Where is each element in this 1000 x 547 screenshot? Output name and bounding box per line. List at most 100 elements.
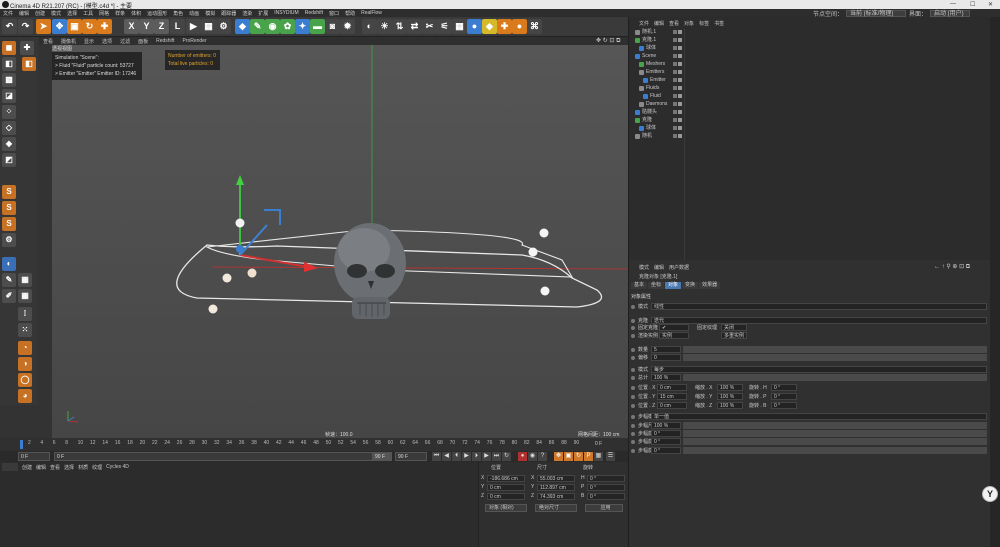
spline-tool-button[interactable]: ◔ [18, 341, 32, 355]
max-frame-field[interactable]: 90 F [395, 452, 427, 461]
vp-menu-filter[interactable]: 过滤 [116, 38, 134, 45]
object-visibility-toggles[interactable] [673, 117, 683, 124]
menu-spline[interactable]: 样条 [112, 10, 128, 17]
object-visibility-toggles[interactable] [673, 101, 683, 108]
object-visibility-toggles[interactable] [673, 61, 683, 68]
animate-dot-icon[interactable] [631, 404, 635, 408]
plugin-b-button[interactable]: ◆ [482, 19, 497, 34]
object-visibility-toggles[interactable] [673, 125, 683, 132]
menu-file[interactable]: 文件 [0, 10, 16, 17]
tab-transform[interactable]: 变换 [682, 282, 699, 289]
menu-mograph[interactable]: 运动图形 [144, 10, 170, 17]
tool-f-button[interactable]: ⚟ [437, 19, 452, 34]
attribute-value-field[interactable]: 线性 [651, 303, 987, 310]
live-selection-button[interactable]: ➤ [36, 19, 51, 34]
tool-e-button[interactable]: ✂ [422, 19, 437, 34]
axis-x-button[interactable]: X [124, 19, 139, 34]
record-button[interactable]: ● [518, 452, 527, 461]
attribute-slider[interactable] [683, 374, 987, 381]
light-button[interactable]: ✹ [340, 19, 355, 34]
attr-nav-icons[interactable]: ← ↑ ⚲ ⊕ ⊡ ⧉ [934, 263, 970, 271]
object-row[interactable]: 随机 [631, 133, 991, 140]
attribute-mid-field[interactable]: 100 % [717, 384, 743, 391]
animate-dot-icon[interactable] [631, 319, 635, 323]
attribute-value-field[interactable]: 0 cm [657, 384, 687, 391]
object-visibility-toggles[interactable] [673, 37, 683, 44]
scale-tool-button[interactable]: ▣ [67, 19, 82, 34]
workplane-button[interactable]: ◪ [2, 89, 16, 103]
play-button[interactable]: ▶ [462, 452, 471, 461]
object-visibility-toggles[interactable] [673, 109, 683, 116]
vp-menu-display[interactable]: 显示 [80, 38, 98, 45]
animate-dot-icon[interactable] [631, 326, 635, 330]
coords-rot-h-field[interactable]: 0 ° [587, 475, 625, 482]
menu-character[interactable]: 角色 [170, 10, 186, 17]
object-row[interactable]: 克隆.1 [631, 37, 991, 44]
grid-tool-b-button[interactable]: ▦ [18, 289, 32, 303]
next-frame-button[interactable]: ⏵ [472, 452, 481, 461]
recent-tool-button[interactable]: ✚ [97, 19, 112, 34]
attribute-slider[interactable] [683, 438, 987, 445]
obj-menu-objects[interactable]: 对象 [684, 20, 694, 27]
coords-apply-button[interactable]: 应用 [585, 504, 623, 512]
attribute-value-field[interactable]: 实例 [659, 332, 689, 339]
animate-dot-icon[interactable] [631, 356, 635, 360]
menu-help[interactable]: 帮助 [342, 10, 358, 17]
attribute-value-field[interactable]: 100 % [651, 374, 681, 381]
coords-pos-z-field[interactable]: 0 cm [487, 493, 525, 500]
attribute-slider[interactable] [683, 346, 987, 353]
animate-dot-icon[interactable] [631, 424, 635, 428]
minimize-button[interactable]: — [950, 1, 956, 7]
plugin-c-button[interactable]: ✚ [497, 19, 512, 34]
object-row[interactable]: 球体 [631, 125, 991, 132]
grid-button[interactable]: ▦ [452, 19, 467, 34]
tool-d-button[interactable]: ⇄ [407, 19, 422, 34]
clone-sphere-1[interactable] [235, 218, 245, 228]
edges-mode-button[interactable]: ◇ [2, 121, 16, 135]
knife-tool-button[interactable]: ⁞ [18, 307, 32, 321]
bevel-tool-button[interactable]: ⁙ [18, 323, 32, 337]
menu-tools[interactable]: 工具 [80, 10, 96, 17]
clone-sphere-4[interactable] [208, 304, 218, 314]
brush-button[interactable]: ✐ [2, 289, 16, 303]
object-visibility-toggles[interactable] [673, 85, 683, 92]
obj-menu-file[interactable]: 文件 [639, 20, 649, 27]
gizmo-center-handle[interactable] [236, 245, 244, 253]
animate-dot-icon[interactable] [631, 449, 635, 453]
menu-edit[interactable]: 编辑 [16, 10, 32, 17]
coords-pos-y-field[interactable]: 0 cm [487, 484, 525, 491]
mat-menu-material[interactable]: 材质 [78, 464, 88, 471]
loop-button[interactable]: ↻ [502, 452, 511, 461]
animate-dot-icon[interactable] [631, 395, 635, 399]
cube-button[interactable]: ◆ [235, 19, 250, 34]
attribute-value-field[interactable]: 0 ° [651, 430, 681, 437]
object-visibility-toggles[interactable] [673, 45, 683, 52]
model-mode-button[interactable]: ◧ [2, 57, 16, 71]
axis-z-button[interactable]: Z [154, 19, 169, 34]
attribute-value-field[interactable]: 每步 [651, 366, 987, 373]
attribute-value-field[interactable]: 单一值 [651, 413, 987, 420]
attribute-mid-field[interactable]: 100 % [717, 402, 743, 409]
coords-pos-x-field[interactable]: -186.686 cm [487, 475, 525, 482]
object-row[interactable]: Meshers [631, 61, 991, 68]
sculpt-button[interactable]: ◐ [2, 257, 16, 271]
floor-button[interactable]: ▬ [310, 19, 325, 34]
tool-b-button[interactable]: ☀ [377, 19, 392, 34]
end-frame-field[interactable]: 90 F [372, 452, 392, 461]
attribute-value-field[interactable]: 0 [651, 354, 681, 361]
rot-key-button[interactable]: ↻ [574, 452, 583, 461]
menu-volume[interactable]: 体积 [128, 10, 144, 17]
attribute-value-field[interactable]: 100 % [651, 422, 681, 429]
attr-menu-mode[interactable]: 模式 [639, 264, 649, 271]
menu-select[interactable]: 选择 [64, 10, 80, 17]
animate-dot-icon[interactable] [631, 440, 635, 444]
attribute-mid-field[interactable]: 100 % [717, 393, 743, 400]
attribute-slider[interactable] [683, 430, 987, 437]
magnet-tool-button[interactable]: ✚ [20, 41, 34, 55]
pen-spline-button[interactable]: ✎ [250, 19, 265, 34]
menu-redshift[interactable]: Redshift [302, 10, 326, 16]
prev-frame-button[interactable]: ⏴ [452, 452, 461, 461]
axis-tool-button[interactable]: ◧ [22, 57, 36, 71]
goto-end-button[interactable]: ⏭ [492, 452, 501, 461]
menu-mode[interactable]: 模式 [48, 10, 64, 17]
